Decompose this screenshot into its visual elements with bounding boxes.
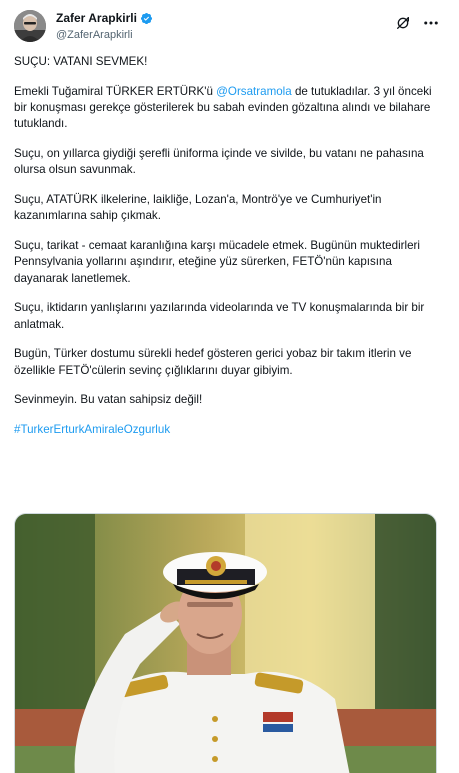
more-horizontal-icon[interactable] (420, 12, 442, 34)
grok-icon[interactable] (392, 12, 414, 34)
grok-glyph (397, 17, 409, 29)
user-handle[interactable]: @ZaferArapkirli (56, 29, 153, 41)
user-avatar[interactable] (14, 10, 46, 42)
tweet-text: SUÇU: VATANI SEVMEK! Emekli Tuğamiral TÜ… (14, 54, 442, 452)
mention-link[interactable]: @Orsatramola (216, 85, 292, 98)
tweet-paragraph-6: Suçu, iktidarın yanlışlarını yazılarında… (14, 301, 425, 331)
tweet-paragraph-2: Emekli Tuğamiral TÜRKER ERTÜRK'ü @Orsatr… (14, 84, 442, 133)
paragraph-text: Emekli Tuğamiral TÜRKER ERTÜRK'ü (14, 84, 217, 98)
tweet-paragraph-1: SUÇU: VATANI SEVMEK! (14, 55, 148, 68)
tweet-post: Zafer Arapkirli @ZaferArapkirli SUÇU: VA… (0, 0, 459, 773)
hashtag-link[interactable]: #TurkerErturkAmiraleOzgurluk (14, 422, 442, 438)
tweet-paragraph-7: Bugün, Türker dostumu sürekli hedef göst… (14, 347, 412, 377)
tweet-paragraph-3: Suçu, on yıllarca giydiği şerefli ünifor… (14, 147, 424, 177)
more-dots (424, 21, 438, 25)
tweet-paragraph-5: Suçu, tarikat - cemaat karanlığına karşı… (14, 239, 420, 285)
tweet-header: Zafer Arapkirli @ZaferArapkirli (14, 10, 444, 46)
tweet-paragraph-8: Sevinmeyin. Bu vatan sahipsiz değil! (14, 393, 203, 407)
verified-badge-icon (140, 12, 152, 24)
display-name[interactable]: Zafer Arapkirli (56, 11, 137, 25)
author-names: Zafer Arapkirli @ZaferArapkirli (56, 10, 153, 41)
tweet-photo[interactable] (14, 513, 437, 773)
saluting-naval-officer-photo (15, 514, 436, 773)
tweet-paragraph-4: Suçu, ATATÜRK ilkelerine, laikliğe, Loza… (14, 193, 382, 223)
display-name-row: Zafer Arapkirli (56, 10, 153, 26)
avatar-image (14, 10, 46, 42)
